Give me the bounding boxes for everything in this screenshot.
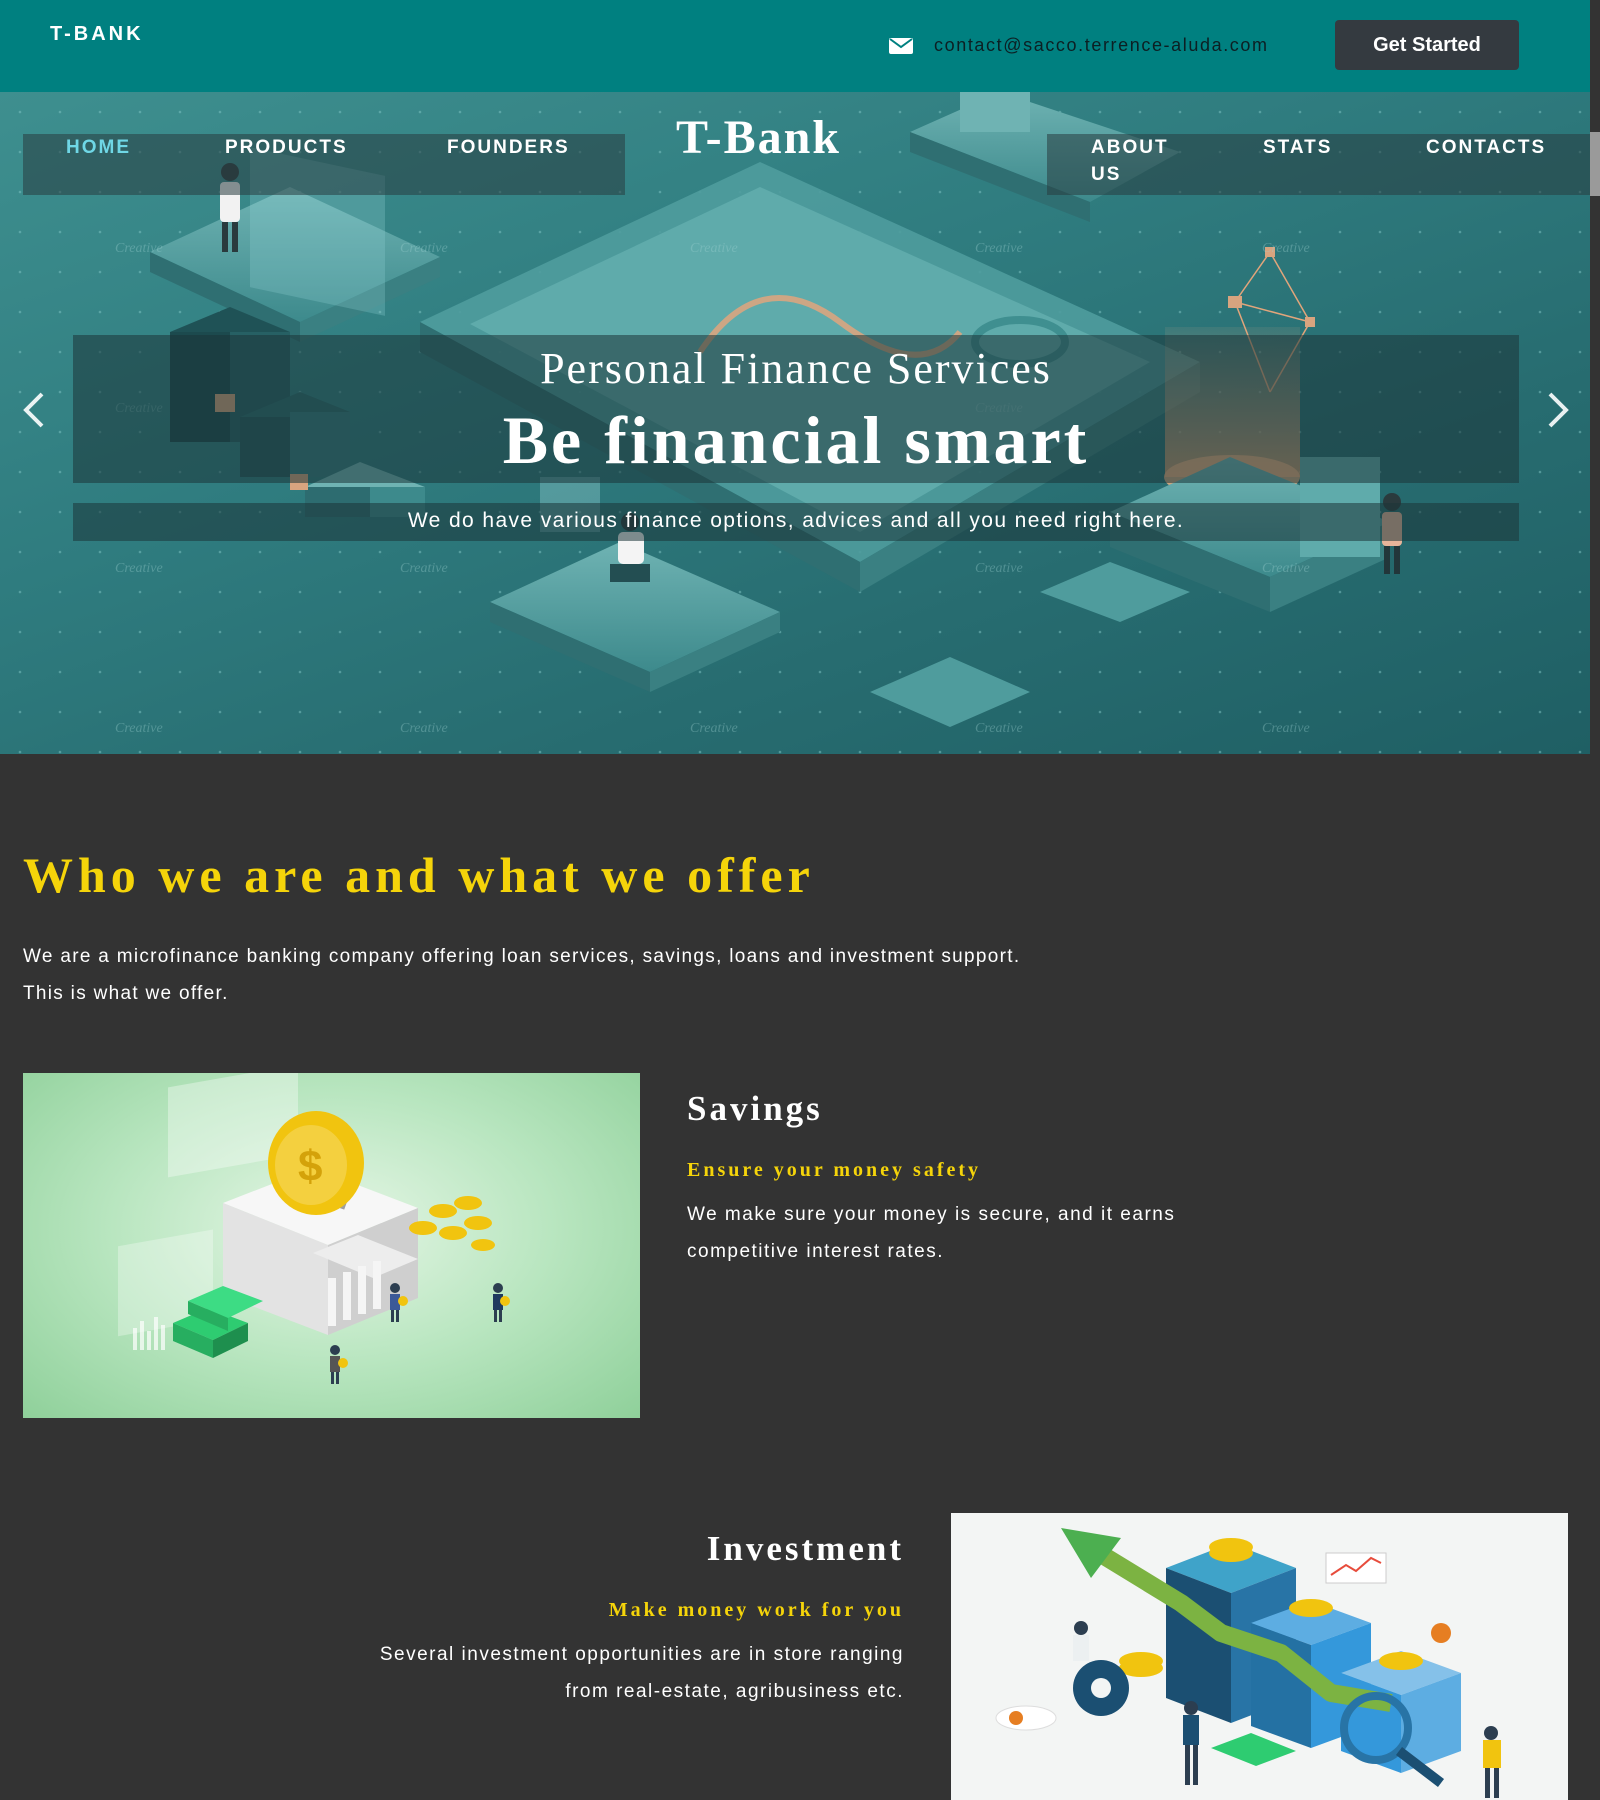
intro-line-1: We are a microfinance banking company of…: [23, 946, 1021, 967]
nav-item-about-label: ABOUT: [1091, 137, 1169, 158]
watermark-text: Creative: [975, 721, 1023, 736]
hero-caption: Personal Finance Services Be financial s…: [73, 335, 1519, 483]
svg-text:$: $: [298, 1142, 322, 1191]
watermark-text: Creative: [1262, 561, 1310, 576]
nav-item-about-us[interactable]: ABOUT US: [1091, 134, 1169, 188]
get-started-button[interactable]: Get Started: [1335, 20, 1519, 70]
hero-caption-text-box: We do have various finance options, advi…: [73, 503, 1519, 541]
savings-title: Savings: [687, 1089, 823, 1128]
watermark-text: Creative: [115, 721, 163, 736]
chevron-left-icon[interactable]: [18, 390, 52, 430]
watermark-text: Creative: [400, 241, 448, 256]
watermark-text: Creative: [115, 241, 163, 256]
hero-title: Be financial smart: [502, 402, 1090, 478]
topbar-brand[interactable]: T-BANK: [50, 23, 144, 46]
watermark-text: Creative: [115, 561, 163, 576]
nav-item-home[interactable]: HOME: [66, 134, 131, 161]
nav-item-founders[interactable]: FOUNDERS: [447, 134, 570, 161]
nav-item-stats[interactable]: STATS: [1263, 134, 1332, 161]
investment-line-1: Several investment opportunities are in …: [379, 1644, 904, 1665]
intro-line-2: This is what we offer.: [23, 983, 229, 1004]
investment-title: Investment: [706, 1529, 904, 1568]
nav-item-products[interactable]: PRODUCTS: [225, 134, 348, 161]
watermark-text: Creative: [400, 561, 448, 576]
section-title: Who we are and what we offer: [23, 847, 815, 903]
intro-text: We are a microfinance banking company of…: [23, 938, 1323, 1012]
watermark-text: Creative: [975, 241, 1023, 256]
contact-email-link[interactable]: contact@sacco.terrence-aluda.com: [934, 35, 1269, 56]
savings-image: $: [23, 1073, 640, 1418]
investment-line-2: from real-estate, agribusiness etc.: [565, 1681, 904, 1702]
savings-subtitle: Ensure your money safety: [687, 1159, 982, 1181]
watermark-text: Creative: [1262, 241, 1310, 256]
top-bar: T-BANK contact@sacco.terrence-aluda.com …: [0, 0, 1590, 92]
watermark-text: Creative: [400, 721, 448, 736]
investment-text: Several investment opportunities are in …: [300, 1636, 904, 1710]
watermark-text: Creative: [975, 561, 1023, 576]
hero-subtitle: Personal Finance Services: [540, 344, 1052, 393]
scrollbar-thumb[interactable]: [1590, 132, 1600, 196]
watermark-text: Creative: [690, 241, 738, 256]
savings-text: We make sure your money is secure, and i…: [687, 1204, 1176, 1262]
hero-brand-logo[interactable]: T-Bank: [676, 110, 841, 165]
watermark-text: Creative: [690, 721, 738, 736]
watermark-text: Creative: [1262, 721, 1310, 736]
hero-text: We do have various finance options, advi…: [407, 509, 1185, 532]
envelope-icon: [889, 38, 913, 54]
investment-subtitle: Make money work for you: [608, 1599, 904, 1621]
chevron-right-icon[interactable]: [1540, 390, 1574, 430]
nav-item-us-label: US: [1091, 164, 1122, 185]
nav-item-contacts[interactable]: CONTACTS: [1426, 134, 1546, 161]
hero-carousel: Creative Creative Creative Creative Crea…: [0, 92, 1590, 754]
investment-image: [951, 1513, 1568, 1800]
